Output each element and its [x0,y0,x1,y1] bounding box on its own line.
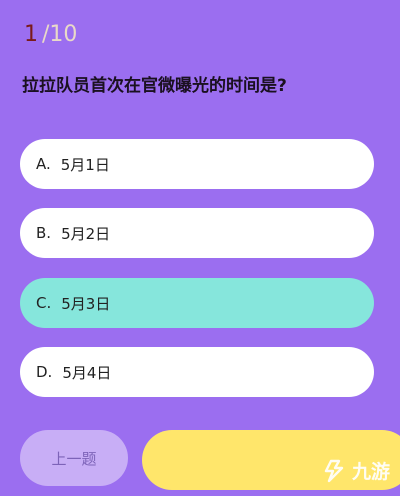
jiuyou-logo-icon [322,458,348,484]
option-letter: D. [36,363,53,381]
option-letter: C. [36,294,52,312]
previous-question-button[interactable]: 上一题 [20,430,128,486]
jiuyou-watermark: 九游 [322,457,390,484]
option-d[interactable]: D. 5月4日 [20,347,374,397]
option-label: 5月1日 [60,155,110,174]
option-label: 5月3日 [61,294,111,313]
watermark-text: 九游 [351,461,390,483]
option-letter: A. [36,155,51,173]
current-question-number: 1 [24,22,38,47]
question-progress: 1/10 [24,22,77,48]
option-label: 5月2日 [61,224,111,243]
option-label: 5月4日 [62,363,112,382]
option-c[interactable]: C. 5月3日 [20,278,374,328]
option-letter: B. [36,224,52,242]
option-b[interactable]: B. 5月2日 [20,208,374,258]
question-text: 拉拉队员首次在官微曝光的时间是? [22,76,287,96]
option-a[interactable]: A. 5月1日 [20,139,374,189]
total-questions: /10 [42,22,78,47]
